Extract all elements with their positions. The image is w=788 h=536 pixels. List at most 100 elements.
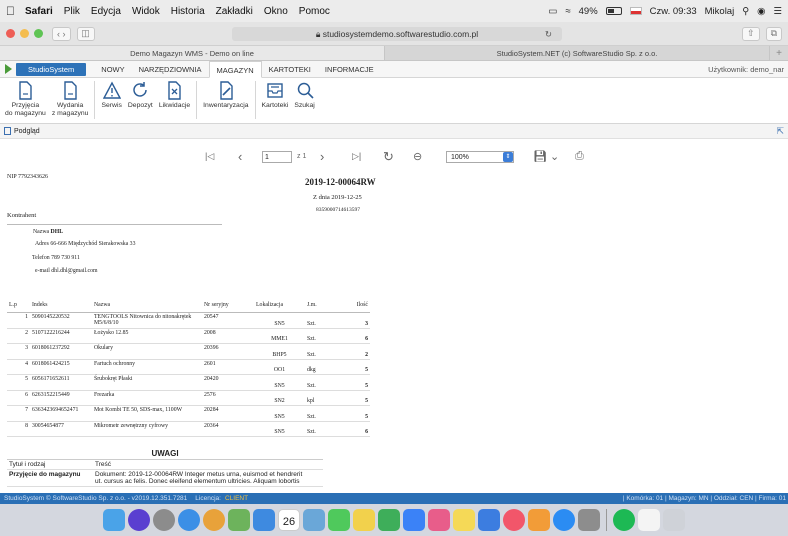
browser-tab-demo[interactable]: Demo Magazyn WMS - Demo on line: [0, 46, 385, 60]
spotify-icon[interactable]: [613, 509, 635, 531]
photos2-icon[interactable]: [428, 509, 450, 531]
play-icon[interactable]: [5, 64, 12, 74]
app-nav-bar: StudioSystem NOWY NARZĘDZIOWNIA MAGAZYN …: [0, 60, 788, 78]
nav-narzedziownia[interactable]: NARZĘDZIOWNIA: [132, 61, 209, 78]
expand-icon[interactable]: ⇱: [776, 124, 784, 139]
preferences-icon[interactable]: [578, 509, 600, 531]
chrome-icon[interactable]: [203, 509, 225, 531]
col-ilosc: Ilość: [332, 297, 370, 313]
ribbon-label: Inwentaryzacja: [203, 102, 249, 109]
safari-icon[interactable]: [178, 509, 200, 531]
airplay-icon[interactable]: ▭: [548, 6, 557, 17]
refresh-icon: [133, 82, 148, 97]
siri-icon[interactable]: [128, 509, 150, 531]
cell-indeks: 5107122216244: [30, 328, 92, 344]
ribbon-inwentaryzacja-button[interactable]: Inwentaryzacja: [200, 81, 251, 110]
clock[interactable]: Czw. 09:33: [650, 6, 697, 17]
spotlight-icon[interactable]: ⚲: [742, 6, 749, 17]
menu-zakladki[interactable]: Zakładki: [216, 6, 253, 17]
music-icon[interactable]: [503, 509, 525, 531]
cell-nazwa: Fartuch ochronny: [92, 359, 202, 375]
cell-indeks: 6056171652611: [30, 374, 92, 391]
status-context: | Komórka: 01 | Magazyn: MN | Oddział: C…: [622, 495, 786, 502]
zoom-window-button[interactable]: [34, 29, 43, 38]
nav-nowy[interactable]: NOWY: [94, 61, 131, 78]
menu-pomoc[interactable]: Pomoc: [299, 6, 330, 17]
keynote-icon[interactable]: [478, 509, 500, 531]
menu-widok[interactable]: Widok: [132, 6, 160, 17]
menu-plik[interactable]: Plik: [64, 6, 80, 17]
back-to-parent-icon[interactable]: ⊖: [413, 139, 422, 174]
cell-ilosc: 3: [332, 312, 370, 329]
name-value: DHL: [50, 229, 64, 235]
menubar-user[interactable]: Mikolaj: [705, 6, 735, 17]
ribbon-serwis-button[interactable]: Serwis: [98, 81, 124, 110]
battery-icon[interactable]: [605, 7, 622, 15]
preview-icon: [4, 127, 11, 135]
ribbon-przyjecia-button[interactable]: Przyjęcia do magazynu: [2, 81, 49, 118]
first-page-icon[interactable]: |◁: [205, 139, 214, 174]
numbers-icon[interactable]: [378, 509, 400, 531]
zoom-value: 100%: [451, 153, 469, 161]
stickies-icon[interactable]: [453, 509, 475, 531]
prev-page-icon[interactable]: ‹: [238, 139, 242, 174]
menu-historia[interactable]: Historia: [171, 6, 205, 17]
minimize-window-button[interactable]: [20, 29, 29, 38]
menu-app-name[interactable]: Safari: [25, 6, 53, 17]
wifi-icon[interactable]: ≈: [565, 6, 570, 17]
nav-informacje[interactable]: INFORMACJE: [318, 61, 381, 78]
browser-tab-studiosystem[interactable]: StudioSystem.NET (c) SoftwareStudio Sp. …: [385, 46, 770, 60]
launchpad-icon[interactable]: [153, 509, 175, 531]
share-icon[interactable]: ⇧: [742, 26, 760, 41]
appstore-icon[interactable]: [553, 509, 575, 531]
document-icon[interactable]: [638, 509, 660, 531]
contractor-divider: [7, 224, 222, 225]
books-icon[interactable]: [528, 509, 550, 531]
nav-magazyn[interactable]: MAGAZYN: [208, 60, 262, 78]
address-bar[interactable]: 🔒︎ studiosystemdemo.softwarestudio.com.p…: [232, 27, 562, 41]
preview-title: Podgląd: [14, 127, 40, 135]
mail-icon[interactable]: [253, 509, 275, 531]
input-flag-icon[interactable]: [629, 7, 642, 15]
print-icon[interactable]: ⎙: [575, 139, 584, 174]
siri-menubar-icon[interactable]: ◉: [757, 6, 765, 17]
trash-icon[interactable]: [663, 509, 685, 531]
close-window-button[interactable]: [6, 29, 15, 38]
back-forward-buttons[interactable]: ‹ ›: [52, 26, 71, 41]
brand-button[interactable]: StudioSystem: [16, 62, 87, 76]
new-tab-icon[interactable]: +: [770, 46, 788, 60]
notes-row-title: Przyjęcie do magazynu: [9, 471, 81, 478]
finder-icon[interactable]: [103, 509, 125, 531]
nav-kartoteki[interactable]: KARTOTEKI: [262, 61, 318, 78]
last-page-icon[interactable]: ▷|: [352, 139, 361, 174]
menu-okno[interactable]: Okno: [264, 6, 288, 17]
next-page-icon[interactable]: ›: [320, 139, 324, 174]
tabs-overview-icon[interactable]: ⧉: [765, 26, 782, 41]
reload-icon[interactable]: ↻: [545, 27, 552, 41]
control-center-icon[interactable]: ☰: [773, 6, 782, 17]
cell-indeks: 6363423694652471: [30, 405, 92, 422]
ribbon-kartoteki-button[interactable]: Kartoteki: [259, 81, 292, 110]
sidebar-toggle-icon[interactable]: ◫: [76, 26, 95, 41]
refresh-report-icon[interactable]: ↻: [383, 139, 394, 174]
menu-edycja[interactable]: Edycja: [91, 6, 121, 17]
notes-icon[interactable]: [353, 509, 375, 531]
ribbon-label: z magazynu: [51, 110, 89, 117]
battery-percent: 49%: [578, 5, 598, 17]
apple-icon[interactable]: : [6, 4, 15, 18]
ribbon-szukaj-button[interactable]: Szukaj: [291, 81, 317, 110]
ribbon-likwidacje-button[interactable]: Likwidacje: [156, 81, 193, 110]
preview-icon[interactable]: [303, 509, 325, 531]
email-row: e-mail dhl.dhl@gmail.com: [35, 268, 98, 274]
photos-icon[interactable]: [228, 509, 250, 531]
help-icon[interactable]: [403, 509, 425, 531]
cell-lokalizacja: SN2: [254, 390, 305, 406]
ribbon-depozyt-button[interactable]: Depozyt: [125, 81, 156, 110]
zoom-select[interactable]: 100% ⇕: [446, 150, 514, 163]
calendar-icon[interactable]: 26: [278, 509, 300, 531]
ribbon-wydania-button[interactable]: Wydania z magazynu: [49, 81, 92, 118]
export-save-icon[interactable]: 💾︎ ⌄: [533, 139, 559, 174]
page-number-input[interactable]: 1: [262, 150, 292, 163]
messages-icon[interactable]: [328, 509, 350, 531]
cell-nazwa: Mot Kombi TE 50, SDS-max, 1100W: [92, 405, 202, 422]
